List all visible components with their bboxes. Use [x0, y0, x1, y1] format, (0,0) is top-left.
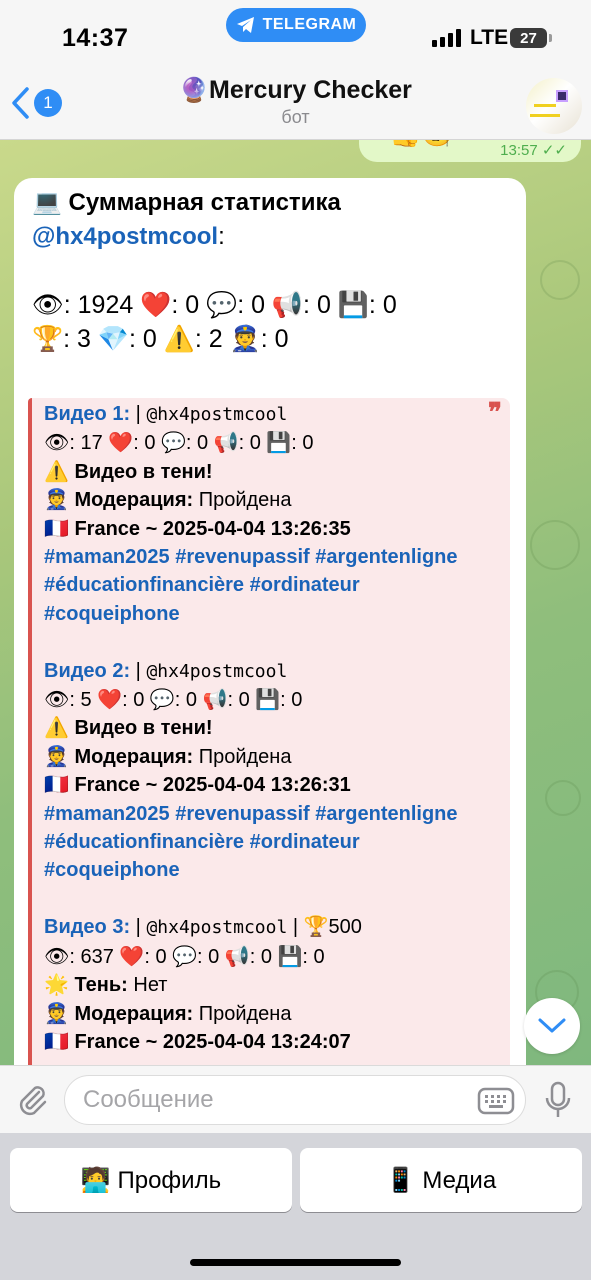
- video-2-title: Видео 2:: [44, 659, 131, 682]
- video-1-user: @hx4postmcool: [146, 404, 288, 425]
- video-3-trophy: | 🏆500: [287, 916, 362, 939]
- outgoing-emoji: 👍🧐: [389, 140, 454, 146]
- chat-header: 1 🔮Mercury Checker бот: [0, 70, 591, 140]
- incoming-message[interactable]: 💻 Суммарная статистика @hx4postmcool: 👁:…: [14, 178, 526, 1065]
- video-2-hashtags[interactable]: #maman2025 #revenupassif #argentenligne: [44, 800, 502, 828]
- chevron-down-icon: [538, 1018, 566, 1033]
- paperclip-icon: [19, 1086, 47, 1116]
- summary-stats-line1: 👁: 1924 ❤️: 0 💬: 0 📢: 0 💾: 0: [32, 291, 397, 319]
- outgoing-message[interactable]: 👍🧐 13:57 ✓✓: [359, 140, 581, 162]
- status-bar: 14:37 TELEGRAM LTE 27: [0, 0, 591, 70]
- video-1-hashtags[interactable]: #maman2025 #revenupassif #argentenligne: [44, 543, 502, 571]
- attach-button[interactable]: [14, 1082, 50, 1123]
- video-2-status: ⚠️ Видео в тени!: [44, 717, 213, 740]
- telegram-icon: [236, 17, 254, 33]
- keyboard-icon: [477, 1087, 515, 1115]
- chat-title-block[interactable]: 🔮Mercury Checker бот: [0, 76, 591, 128]
- video-3-stats: 👁: 637 ❤️: 0 💬: 0 📢: 0 💾: 0: [44, 945, 325, 968]
- video-3-title: Видео 3:: [44, 916, 131, 939]
- summary-stats-line2: 🏆: 3 💎: 0 ⚠️: 2 👮: 0: [32, 325, 289, 353]
- media-button[interactable]: 📱 Медиа: [300, 1148, 582, 1212]
- video-3-shadow: Нет: [127, 974, 168, 997]
- video-2-user: @hx4postmcool: [146, 660, 288, 682]
- voice-button[interactable]: [542, 1080, 574, 1125]
- battery-icon: 27: [510, 28, 552, 48]
- telegram-pill-label: TELEGRAM: [262, 16, 357, 33]
- video-list-quote: ❞ Видео 1: | @hx4postmcool 👁: 17 ❤️: 0 💬…: [28, 398, 510, 1065]
- chat-area: 👍🧐 13:57 ✓✓ 💻 Суммарная статистика @hx4p…: [0, 140, 591, 1065]
- bot-keyboard: 🧑‍💻 Профиль 📱 Медиа: [0, 1133, 591, 1280]
- video-1-moderation: Пройдена: [193, 489, 292, 512]
- scroll-down-button[interactable]: [524, 998, 580, 1054]
- message-field[interactable]: [64, 1075, 526, 1125]
- video-1-stats: 👁: 17 ❤️: 0 💬: 0 📢: 0 💾: 0: [44, 432, 314, 455]
- home-indicator[interactable]: [190, 1259, 401, 1266]
- video-2-moderation: Пройдена: [193, 745, 292, 768]
- video-1-title: Видео 1:: [44, 403, 131, 425]
- signal-icon: [432, 29, 461, 47]
- keyboard-toggle-button[interactable]: [477, 1087, 515, 1120]
- video-3-user: @hx4postmcool: [146, 917, 288, 939]
- read-checks-icon: ✓✓: [541, 142, 567, 159]
- status-time: 14:37: [62, 24, 129, 52]
- profile-button[interactable]: 🧑‍💻 Профиль: [10, 1148, 292, 1212]
- chat-title-text: Mercury Checker: [209, 76, 412, 104]
- microphone-icon: [545, 1081, 571, 1117]
- message-time: 13:57 ✓✓: [500, 142, 567, 159]
- quote-icon: ❞: [488, 397, 502, 427]
- crystal-ball-icon: 🔮: [179, 77, 209, 104]
- network-type: LTE: [470, 26, 509, 49]
- summary-title: 💻 Суммарная статистика: [32, 189, 341, 216]
- video-3-moderation: Пройдена: [193, 1002, 292, 1025]
- video-2-location: 🇫🇷 France ~ 2025-04-04 13:26:31: [44, 774, 351, 797]
- battery-level: 27: [520, 29, 537, 47]
- message-input-bar: [0, 1065, 591, 1133]
- video-1-location: 🇫🇷 France ~ 2025-04-04 13:26:35: [44, 517, 351, 540]
- user-mention[interactable]: @hx4postmcool: [32, 223, 218, 250]
- video-3-location: 🇫🇷 France ~ 2025-04-04 13:24:07: [44, 1030, 351, 1053]
- chat-subtitle: бот: [281, 107, 310, 127]
- video-2-stats: 👁: 5 ❤️: 0 💬: 0 📢: 0 💾: 0: [44, 689, 303, 712]
- chat-title: 🔮Mercury Checker: [0, 76, 591, 105]
- message-input[interactable]: [83, 1076, 473, 1124]
- avatar[interactable]: [526, 78, 582, 134]
- telegram-pill[interactable]: TELEGRAM: [226, 8, 366, 42]
- video-1-status: ⚠️ Видео в тени!: [44, 460, 213, 483]
